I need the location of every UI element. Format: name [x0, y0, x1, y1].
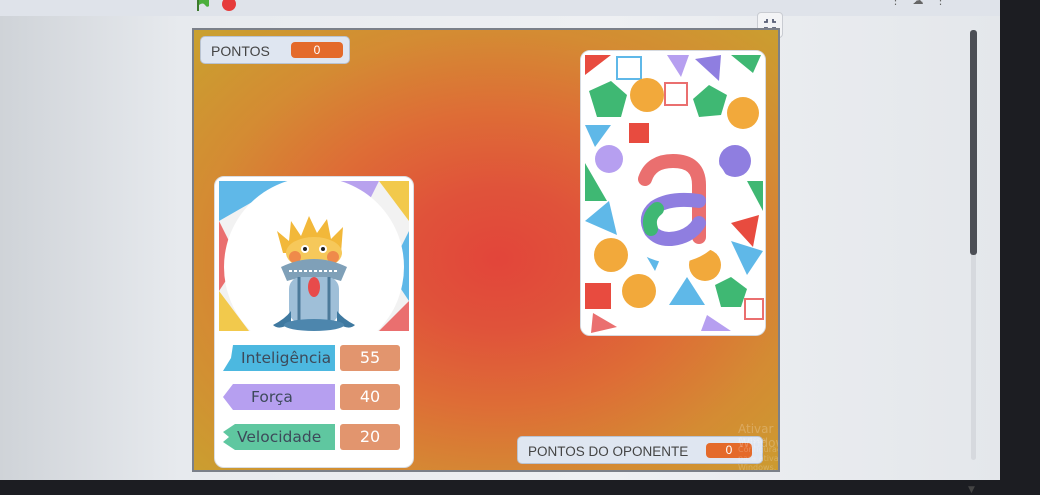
green-flag-icon[interactable]: [196, 0, 210, 11]
stat-label: Inteligência: [241, 349, 332, 367]
game-stage[interactable]: PONTOS 0 Inteligência 55 Força 40 Veloci…: [192, 28, 780, 472]
scroll-down-icon[interactable]: ▼: [968, 485, 975, 495]
player-card[interactable]: Inteligência 55 Força 40 Velocidade 20: [214, 176, 414, 468]
player-score-monitor: PONTOS 0: [200, 36, 350, 64]
stat-label: Força: [251, 388, 293, 406]
yeti-character-icon: [219, 181, 409, 331]
player-score-label: PONTOS: [211, 43, 270, 59]
player-score-value: 0: [291, 42, 343, 58]
activation-watermark-text: Acesse Configurações para ativar o Windo…: [738, 436, 780, 472]
stat-value: 55: [340, 345, 400, 371]
browser-window: ⋮ ☁ ⋮ PONTOS 0 Inteligência 55 Força 40 …: [0, 0, 1000, 495]
opponent-score-label: PONTOS DO OPONENTE: [528, 444, 689, 459]
scrollbar-thumb[interactable]: [970, 30, 977, 255]
stat-value: 40: [340, 384, 400, 410]
stat-label: Velocidade: [237, 428, 322, 446]
stat-row-velocidade[interactable]: Velocidade 20: [223, 424, 408, 450]
page-scrollbar[interactable]: ▼: [966, 30, 982, 495]
stop-icon[interactable]: [222, 0, 236, 11]
stat-value: 20: [340, 424, 400, 450]
opponent-card[interactable]: [580, 50, 766, 336]
stat-row-forca[interactable]: Força 40: [223, 384, 408, 410]
opponent-score-monitor: PONTOS DO OPONENTE 0: [517, 436, 763, 464]
project-toolbar: ⋮ ☁ ⋮: [0, 0, 1000, 16]
card-back-icon: [581, 51, 765, 335]
stat-row-inteligencia[interactable]: Inteligência 55: [223, 345, 408, 371]
window-controls-icon[interactable]: ⋮ ☁ ⋮: [890, 0, 950, 7]
